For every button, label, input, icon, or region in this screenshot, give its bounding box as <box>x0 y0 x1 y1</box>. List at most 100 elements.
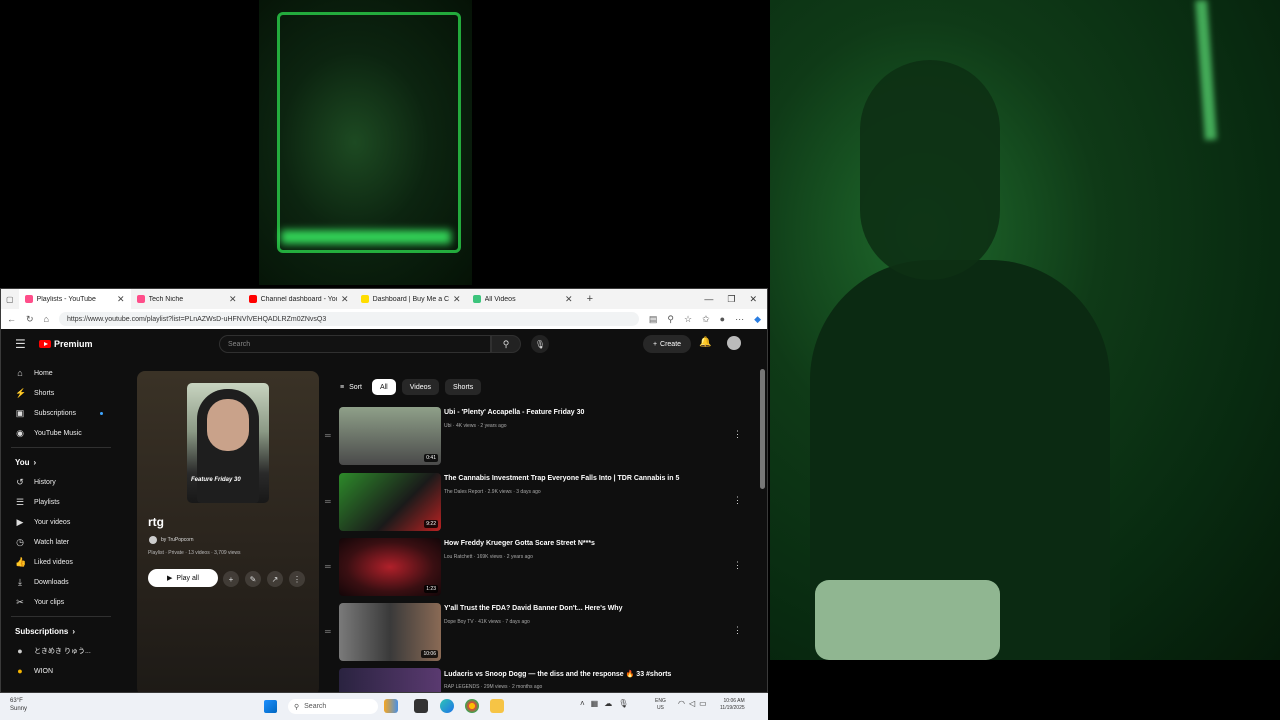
widgets-app-icon[interactable] <box>384 699 398 713</box>
menu-icon[interactable]: ☰ <box>15 337 26 351</box>
browser-window: ▢ Playlists - YouTube ✕ Tech Niche ✕ Cha… <box>0 288 768 693</box>
sidebar-item-shorts[interactable]: ⚡ Shorts <box>1 383 121 403</box>
sidebar-item-history[interactable]: ↺ History <box>1 472 121 492</box>
chrome-icon[interactable] <box>465 699 479 713</box>
minimize-icon[interactable]: — <box>704 294 713 305</box>
more-vertical-icon[interactable]: ⋮ <box>733 495 742 506</box>
playlist-header-panel: Feature Friday 30 rtg by TruPopcorn Play… <box>137 371 319 692</box>
sidebar-item-youtube-music[interactable]: ◉ YouTube Music <box>1 423 121 443</box>
playlist-video-item[interactable]: ═ 10:06 Y'all Trust the FDA? David Banne… <box>323 603 743 661</box>
sidebar-item-your-clips[interactable]: ✂ Your clips <box>1 592 121 612</box>
weather-widget[interactable]: 63°F Sunny <box>10 697 27 713</box>
file-explorer-icon[interactable] <box>490 699 504 713</box>
copilot-icon[interactable]: ◆ <box>754 314 761 325</box>
sidebar-item-playlists[interactable]: ☰ Playlists <box>1 492 121 512</box>
close-icon[interactable]: ✕ <box>117 294 125 305</box>
sidebar-subscriptions-header[interactable]: Subscriptions › <box>1 621 121 641</box>
drag-handle-icon[interactable]: ═ <box>325 562 331 571</box>
more-icon[interactable]: ⋯ <box>735 314 744 325</box>
taskbar-search[interactable]: ⚲ Search <box>288 699 378 714</box>
video-title[interactable]: How Freddy Krueger Gotta Scare Street N*… <box>444 540 595 547</box>
share-playlist-button[interactable]: ↗ <box>267 571 283 587</box>
tab-channel-dashboard[interactable]: Channel dashboard - YouTub ✕ <box>243 289 355 309</box>
drag-handle-icon[interactable]: ═ <box>325 627 331 636</box>
video-thumbnail[interactable]: 1:23 <box>339 538 441 596</box>
task-view-icon[interactable] <box>414 699 428 713</box>
drag-handle-icon[interactable]: ═ <box>325 497 331 506</box>
windows-start-icon[interactable] <box>264 700 277 713</box>
more-vertical-icon[interactable]: ⋮ <box>733 560 742 571</box>
tab-buy-me-a-coffee[interactable]: Dashboard | Buy Me a Coffee ✕ <box>355 289 467 309</box>
close-icon[interactable]: ✕ <box>341 294 349 305</box>
sidebar-item-home[interactable]: ⌂ Home <box>1 363 121 383</box>
search-button[interactable]: ⚲ <box>491 335 521 353</box>
more-vertical-icon[interactable]: ⋮ <box>733 429 742 440</box>
edit-playlist-button[interactable]: ✎ <box>245 571 261 587</box>
sidebar-item-subscription[interactable]: ● WION <box>1 661 121 681</box>
add-to-playlist-button[interactable]: + <box>223 571 239 587</box>
refresh-icon[interactable]: ↻ <box>26 314 34 325</box>
page-scrollbar[interactable] <box>760 369 765 489</box>
account-avatar[interactable] <box>727 336 741 350</box>
video-title[interactable]: Ubi - 'Plenty' Accapella - Feature Frida… <box>444 409 584 416</box>
quick-settings[interactable]: ◠◁▭ <box>678 699 711 708</box>
maximize-icon[interactable]: ❐ <box>727 294 735 305</box>
video-thumbnail[interactable]: 0:41 <box>339 407 441 465</box>
collections-icon[interactable]: ✩ <box>702 314 710 325</box>
new-tab-icon[interactable]: + <box>579 293 601 305</box>
sidebar-item-liked-videos[interactable]: 👍 Liked videos <box>1 552 121 572</box>
play-all-button[interactable]: ▶ Play all <box>148 569 218 587</box>
sidebar-you-header[interactable]: You › <box>1 452 121 472</box>
address-bar[interactable]: https://www.youtube.com/playlist?list=PL… <box>58 312 639 326</box>
system-tray[interactable]: ˄▦☁🎙 <box>580 699 634 708</box>
playlist-owner[interactable]: by TruPopcorn <box>149 536 194 544</box>
reader-icon[interactable]: ▤ <box>649 314 658 325</box>
video-thumbnail[interactable] <box>339 668 441 692</box>
video-title[interactable]: Y'all Trust the FDA? David Banner Don't.… <box>444 605 622 612</box>
voice-search-button[interactable]: 🎙 <box>531 335 549 353</box>
close-icon[interactable]: ✕ <box>565 294 573 305</box>
more-vertical-icon[interactable]: ⋮ <box>733 625 742 636</box>
home-icon[interactable]: ⌂ <box>44 314 49 324</box>
playlist-thumbnail[interactable]: Feature Friday 30 <box>187 383 269 503</box>
edge-browser-icon[interactable] <box>440 699 454 713</box>
close-icon[interactable]: ✕ <box>453 294 461 305</box>
sidebar-item-your-videos[interactable]: ▶ Your videos <box>1 512 121 532</box>
playlist-video-item[interactable]: ═ 9:22 The Cannabis Investment Trap Ever… <box>323 473 743 531</box>
create-button[interactable]: + Create <box>643 335 691 353</box>
sidebar-item-subscriptions[interactable]: ▣ Subscriptions <box>1 403 121 423</box>
filter-chip-shorts[interactable]: Shorts <box>445 379 482 395</box>
video-thumbnail[interactable]: 10:06 <box>339 603 441 661</box>
playlist-video-item[interactable]: ═ 1:23 How Freddy Krueger Gotta Scare St… <box>323 538 743 596</box>
youtube-logo[interactable]: Premium <box>39 339 93 349</box>
playlist-more-button[interactable]: ⋮ <box>289 571 305 587</box>
sort-button[interactable]: ≡ Sort <box>340 384 362 391</box>
zoom-icon[interactable]: ⚲ <box>667 314 674 325</box>
tab-all-videos[interactable]: All Videos ✕ <box>467 289 579 309</box>
video-title[interactable]: The Cannabis Investment Trap Everyone Fa… <box>444 475 679 482</box>
filter-chip-videos[interactable]: Videos <box>401 379 439 395</box>
filter-chip-all[interactable]: All <box>371 379 396 395</box>
favorite-star-icon[interactable]: ☆ <box>684 314 692 325</box>
tab-playlists[interactable]: Playlists - YouTube ✕ <box>18 289 131 309</box>
create-label: Create <box>660 340 682 348</box>
notifications-bell-icon[interactable]: 🔔 <box>699 337 711 348</box>
network-icon: ▦ <box>590 699 605 708</box>
tab-actions-icon[interactable]: ▢ <box>1 295 19 304</box>
video-title[interactable]: Ludacris vs Snoop Dogg — the diss and th… <box>444 670 671 678</box>
sidebar-item-downloads[interactable]: ⤓ Downloads <box>1 572 121 592</box>
playlist-video-item[interactable]: ═ Ludacris vs Snoop Dogg — the diss and … <box>323 668 743 692</box>
video-thumbnail[interactable]: 9:22 <box>339 473 441 531</box>
sidebar-item-watch-later[interactable]: ◷ Watch later <box>1 532 121 552</box>
back-icon[interactable]: ← <box>7 314 16 324</box>
language-indicator[interactable]: ENG US <box>655 698 666 712</box>
playlist-video-item[interactable]: ═ 0:41 Ubi - 'Plenty' Accapella - Featur… <box>323 407 743 465</box>
drag-handle-icon[interactable]: ═ <box>325 431 331 440</box>
clock[interactable]: 10:06 AM 11/19/2025 <box>720 698 745 712</box>
close-window-icon[interactable]: ✕ <box>749 294 757 305</box>
close-icon[interactable]: ✕ <box>229 294 237 305</box>
profile-icon[interactable]: ● <box>720 314 725 324</box>
search-input[interactable]: Search <box>219 335 491 353</box>
sidebar-item-subscription[interactable]: ● ときめき りゅう... <box>1 641 121 661</box>
tab-tech-niche[interactable]: Tech Niche ✕ <box>131 289 243 309</box>
